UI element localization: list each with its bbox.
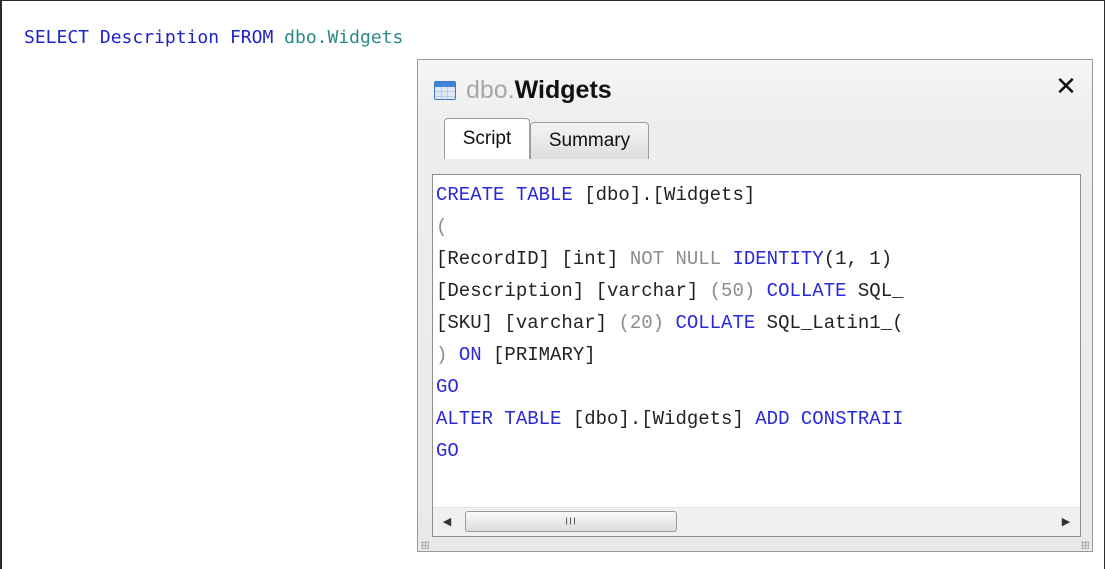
query-token [273,27,284,48]
scrollbar-thumb[interactable]: III [465,511,677,532]
script-line: ( [436,211,904,243]
script-line: ALTER TABLE [dbo].[Widgets] ADD CONSTRAI… [436,403,904,435]
resize-grip-left-icon[interactable] [421,541,429,549]
script-token: [dbo].[Widgets] [561,408,756,430]
tab-script[interactable]: Script [444,118,530,159]
script-token: SQL_ [846,280,904,302]
script-token: COLLATE [675,312,756,334]
script-token: CREATE TABLE [436,184,573,206]
query-token [219,27,230,48]
object-definition-popup: dbo. Widgets ✕ Script Summary CREATE TABL… [417,59,1093,552]
script-token: ALTER TABLE [436,408,562,430]
script-line: GO [436,435,904,467]
resize-grip-right-icon[interactable] [1081,541,1089,549]
close-icon[interactable]: ✕ [1054,73,1078,101]
scrollbar-grip-icon: III [565,516,577,527]
scroll-right-arrow-icon[interactable]: ▶ [1056,512,1076,532]
script-token: ) [436,344,459,366]
script-token: ( [436,216,448,238]
popup-title-name: Widgets [514,75,612,104]
script-token: NOT NULL [629,248,733,270]
query-token [89,27,100,48]
script-code: CREATE TABLE [dbo].[Widgets] ( [RecordID] … [436,179,904,467]
table-icon [434,80,456,100]
query-editor[interactable]: SELECT Description FROM dbo.Widgets dbo.… [0,0,1105,569]
script-token: (1, 1) [823,248,893,270]
script-token: [dbo].[Widgets] [572,184,756,206]
script-token: (20) [618,312,676,334]
sql-query-line[interactable]: SELECT Description FROM dbo.Widgets [24,27,403,48]
script-token: ADD CONSTRAII [755,408,904,430]
query-token: Description [99,27,220,48]
script-token: (50) [709,280,767,302]
query-token: dbo.Widgets [284,27,404,48]
script-line: [RecordID] [int] NOT NULL IDENTITY(1, 1) [436,243,904,275]
script-token: SQL_Latin1_( [755,312,904,334]
script-line: ) ON [PRIMARY] [436,339,904,371]
script-token: COLLATE [766,280,847,302]
script-token: [PRIMARY] [481,344,596,366]
script-token: [SKU] [varchar] [436,312,619,334]
script-line: [Description] [varchar] (50) COLLATE SQL… [436,275,904,307]
query-token: FROM [229,27,274,48]
script-line: GO [436,371,904,403]
script-line: CREATE TABLE [dbo].[Widgets] [436,179,904,211]
script-token: GO [436,440,459,462]
popup-title-schema: dbo. [466,75,515,104]
script-token: IDENTITY [732,248,824,270]
tab-summary[interactable]: Summary [530,122,649,159]
popup-title: dbo. Widgets [434,72,612,108]
script-token: GO [436,376,459,398]
script-token: [RecordID] [int] [436,248,630,270]
script-token: ON [458,344,482,366]
script-line: [SKU] [varchar] (20) COLLATE SQL_Latin1_… [436,307,904,339]
script-pane[interactable]: CREATE TABLE [dbo].[Widgets] ( [RecordID] … [432,174,1081,537]
horizontal-scrollbar[interactable]: ◀ III ▶ [433,507,1080,536]
script-token: [Description] [varchar] [436,280,710,302]
scroll-left-arrow-icon[interactable]: ◀ [437,512,457,532]
query-token: SELECT [24,27,90,48]
